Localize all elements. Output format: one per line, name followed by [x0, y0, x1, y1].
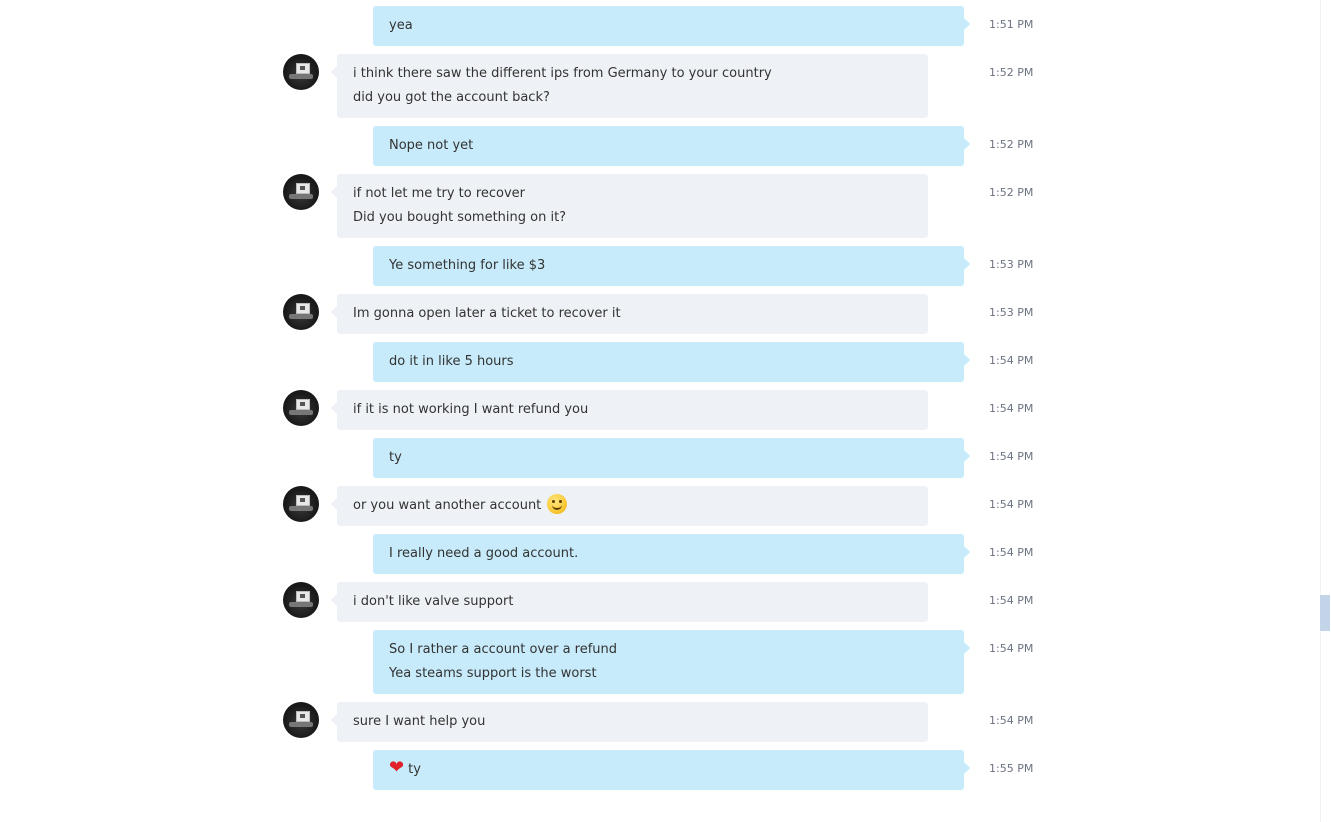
- message-timestamp: 1:54 PM: [989, 714, 1034, 727]
- incoming-message-bubble[interactable]: sure I want help you: [331, 702, 928, 742]
- message-timestamp: 1:54 PM: [989, 402, 1034, 415]
- incoming-message-bubble[interactable]: if it is not working I want refund you: [331, 390, 928, 430]
- outgoing-message-bubble[interactable]: ❤ ty: [373, 750, 970, 790]
- message-text: sure I want help you: [353, 714, 486, 729]
- message-line: or you want another account: [353, 494, 912, 518]
- avatar-stand: [289, 74, 313, 79]
- outgoing-message-bubble[interactable]: Ye something for like $3: [373, 246, 970, 286]
- outgoing-message-bubble[interactable]: ty: [373, 438, 970, 478]
- message-timestamp: 1:54 PM: [989, 546, 1034, 559]
- message-timestamp: 1:54 PM: [989, 354, 1034, 367]
- contact-avatar[interactable]: [283, 54, 319, 90]
- contact-avatar[interactable]: [283, 486, 319, 522]
- message-timestamp: 1:54 PM: [989, 594, 1034, 607]
- outgoing-message-bubble[interactable]: I really need a good account.: [373, 534, 970, 574]
- message-timestamp: 1:52 PM: [989, 186, 1034, 199]
- message-line: ❤ ty: [389, 758, 948, 782]
- scrollbar-thumb[interactable]: [1320, 595, 1330, 631]
- vertical-scrollbar[interactable]: [1320, 0, 1331, 822]
- contact-avatar[interactable]: [283, 582, 319, 618]
- monitor-icon: [296, 303, 310, 314]
- smile-emoji-icon: [547, 494, 568, 514]
- message-timestamp: 1:54 PM: [989, 498, 1034, 511]
- contact-avatar[interactable]: [283, 390, 319, 426]
- avatar-stand: [289, 722, 313, 727]
- message-timestamp: 1:52 PM: [989, 138, 1034, 151]
- monitor-icon: [296, 591, 310, 602]
- message-text: if it is not working I want refund you: [353, 402, 589, 417]
- message-text: ty: [389, 450, 402, 465]
- message-timestamp: 1:51 PM: [989, 18, 1034, 31]
- monitor-icon: [296, 63, 310, 74]
- message-timestamp: 1:52 PM: [989, 66, 1034, 79]
- avatar-stand: [289, 410, 313, 415]
- message-text: if not let me try to recover: [353, 186, 526, 201]
- incoming-message-bubble[interactable]: i think there saw the different ips from…: [331, 54, 928, 118]
- message-text: i don't like valve support: [353, 594, 514, 609]
- message-timestamp: 1:53 PM: [989, 258, 1034, 271]
- chat-history[interactable]: yea 1:51 PM i think there saw the differ…: [0, 0, 1331, 822]
- message-text: or you want another account: [353, 498, 542, 513]
- outgoing-message-bubble[interactable]: do it in like 5 hours: [373, 342, 970, 382]
- incoming-message-bubble[interactable]: if not let me try to recover Did you bou…: [331, 174, 928, 238]
- incoming-message-bubble[interactable]: i don't like valve support: [331, 582, 928, 622]
- outgoing-message-bubble[interactable]: So I rather a account over a refund Yea …: [373, 630, 970, 694]
- message-text: Did you bought something on it?: [353, 210, 567, 225]
- avatar-stand: [289, 194, 313, 199]
- heart-icon: ❤: [389, 757, 405, 778]
- message-text: Nope not yet: [389, 138, 474, 153]
- monitor-icon: [296, 711, 310, 722]
- outgoing-message-bubble[interactable]: yea: [373, 6, 970, 46]
- message-text: Yea steams support is the worst: [389, 666, 597, 681]
- avatar-stand: [289, 506, 313, 511]
- monitor-icon: [296, 183, 310, 194]
- monitor-icon: [296, 399, 310, 410]
- monitor-icon: [296, 495, 310, 506]
- message-text: I really need a good account.: [389, 546, 579, 561]
- message-timestamp: 1:55 PM: [989, 762, 1034, 775]
- message-timestamp: 1:54 PM: [989, 450, 1034, 463]
- incoming-message-bubble[interactable]: or you want another account: [331, 486, 928, 526]
- contact-avatar[interactable]: [283, 702, 319, 738]
- message-timestamp: 1:54 PM: [989, 642, 1034, 655]
- message-text: yea: [389, 18, 413, 33]
- contact-avatar[interactable]: [283, 294, 319, 330]
- message-text: Ye something for like $3: [389, 258, 546, 273]
- message-text: So I rather a account over a refund: [389, 642, 618, 657]
- message-text: do it in like 5 hours: [389, 354, 514, 369]
- message-text: Im gonna open later a ticket to recover …: [353, 306, 621, 321]
- message-text: did you got the account back?: [353, 90, 550, 105]
- contact-avatar[interactable]: [283, 174, 319, 210]
- avatar-stand: [289, 314, 313, 319]
- message-text: i think there saw the different ips from…: [353, 66, 772, 81]
- avatar-stand: [289, 602, 313, 607]
- incoming-message-bubble[interactable]: Im gonna open later a ticket to recover …: [331, 294, 928, 334]
- message-timestamp: 1:53 PM: [989, 306, 1034, 319]
- outgoing-message-bubble[interactable]: Nope not yet: [373, 126, 970, 166]
- message-text: ty: [408, 762, 421, 777]
